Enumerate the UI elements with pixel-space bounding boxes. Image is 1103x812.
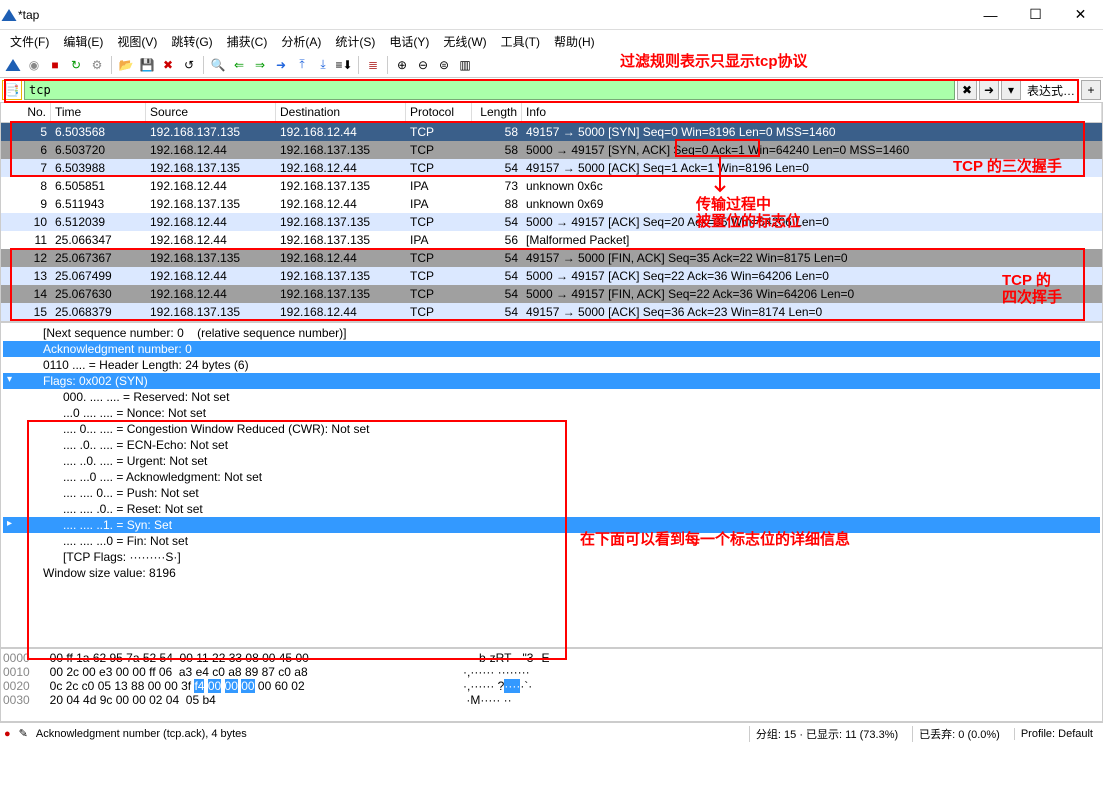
menu-item[interactable]: 跳转(G): [165, 31, 218, 52]
col-info[interactable]: Info: [522, 103, 1102, 122]
restart-capture-button[interactable]: ↻: [67, 56, 85, 74]
save-button[interactable]: 💾: [138, 56, 156, 74]
packet-bytes-pane[interactable]: 0000 00 ff 1a 62 95 7a 52 54 00 11 22 33…: [0, 648, 1103, 722]
first-button[interactable]: ⤒: [293, 56, 311, 74]
reload-button[interactable]: ↺: [180, 56, 198, 74]
detail-line[interactable]: .... .... .0.. = Reset: Not set: [3, 501, 1100, 517]
menu-item[interactable]: 电话(Y): [383, 31, 435, 52]
goto-button[interactable]: ➜: [272, 56, 290, 74]
hex-row[interactable]: 0030 20 04 4d 9c 00 00 02 04 05 b4 ·M···…: [3, 693, 1100, 707]
next-button[interactable]: ⇒: [251, 56, 269, 74]
col-len[interactable]: Length: [472, 103, 522, 122]
clear-filter-button[interactable]: ✖: [957, 80, 977, 100]
close-file-button[interactable]: ✖: [159, 56, 177, 74]
statusbar: ● ✎ Acknowledgment number (tcp.ack), 4 b…: [0, 722, 1103, 744]
detail-line[interactable]: .... ...0 .... = Acknowledgment: Not set: [3, 469, 1100, 485]
menu-item[interactable]: 分析(A): [275, 31, 327, 52]
start-capture-button[interactable]: ◉: [25, 56, 43, 74]
col-time[interactable]: Time: [51, 103, 146, 122]
find-button[interactable]: 🔍: [209, 56, 227, 74]
status-packets: 分组: 15 · 已显示: 11 (73.3%): [749, 726, 904, 742]
zoom-in-button[interactable]: ⊕: [393, 56, 411, 74]
menu-item[interactable]: 捕获(C): [221, 31, 274, 52]
col-proto[interactable]: Protocol: [406, 103, 472, 122]
menu-item[interactable]: 视图(V): [111, 31, 163, 52]
zoom-reset-button[interactable]: ⊜: [435, 56, 453, 74]
status-profile[interactable]: Profile: Default: [1014, 728, 1099, 740]
packet-row[interactable]: 1325.067499192.168.12.44192.168.137.135T…: [1, 267, 1102, 285]
app-icon: [0, 6, 18, 24]
display-filter-input[interactable]: [24, 80, 955, 100]
status-dropped: 已丢弃: 0 (0.0%): [912, 726, 1006, 742]
packet-row[interactable]: 56.503568192.168.137.135192.168.12.44TCP…: [1, 123, 1102, 141]
col-source[interactable]: Source: [146, 103, 276, 122]
detail-line[interactable]: ▾Flags: 0x002 (SYN): [3, 373, 1100, 389]
expert-icon[interactable]: ●: [4, 728, 11, 740]
apply-filter-button[interactable]: ➜: [979, 80, 999, 100]
col-no[interactable]: No.: [1, 103, 51, 122]
packet-row[interactable]: 1225.067367192.168.137.135192.168.12.44T…: [1, 249, 1102, 267]
detail-line[interactable]: Window size value: 8196: [3, 565, 1100, 581]
colorize-button[interactable]: ≣: [364, 56, 382, 74]
expression-button[interactable]: 表达式…: [1023, 82, 1079, 99]
hex-row[interactable]: 0000 00 ff 1a 62 95 7a 52 54 00 11 22 33…: [3, 651, 1100, 665]
packet-row[interactable]: 106.512039192.168.12.44192.168.137.135TC…: [1, 213, 1102, 231]
menubar: 文件(F)编辑(E)视图(V)跳转(G)捕获(C)分析(A)统计(S)电话(Y)…: [0, 30, 1103, 52]
autoscroll-button[interactable]: ≡⬇: [335, 56, 353, 74]
window-title: *tap: [18, 8, 968, 22]
hex-row[interactable]: 0020 0c 2c c0 05 13 88 00 00 3f f4 00 00…: [3, 679, 1100, 693]
detail-line[interactable]: Acknowledgment number: 0: [3, 341, 1100, 357]
stop-capture-button[interactable]: ■: [46, 56, 64, 74]
toolbar: ◉ ■ ↻ ⚙ 📂 💾 ✖ ↺ 🔍 ⇐ ⇒ ➜ ⤒ ⤓ ≡⬇ ≣ ⊕ ⊖ ⊜ ▥: [0, 52, 1103, 78]
minimize-button[interactable]: —: [968, 0, 1013, 30]
packet-row[interactable]: 86.505851192.168.12.44192.168.137.135IPA…: [1, 177, 1102, 195]
detail-line[interactable]: [Next sequence number: 0 (relative seque…: [3, 325, 1100, 341]
packet-row[interactable]: 1125.066347192.168.12.44192.168.137.135I…: [1, 231, 1102, 249]
fin-icon[interactable]: [4, 56, 22, 74]
menu-item[interactable]: 编辑(E): [57, 31, 109, 52]
menu-item[interactable]: 工具(T): [495, 31, 546, 52]
detail-line[interactable]: .... 0... .... = Congestion Window Reduc…: [3, 421, 1100, 437]
packet-row[interactable]: 96.511943192.168.137.135192.168.12.44IPA…: [1, 195, 1102, 213]
menu-item[interactable]: 无线(W): [437, 31, 492, 52]
recent-filters-button[interactable]: ▾: [1001, 80, 1021, 100]
resize-cols-button[interactable]: ▥: [456, 56, 474, 74]
packet-list-pane[interactable]: No. Time Source Destination Protocol Len…: [0, 102, 1103, 322]
detail-line[interactable]: .... .... 0... = Push: Not set: [3, 485, 1100, 501]
add-filter-button[interactable]: +: [1081, 80, 1101, 100]
open-button[interactable]: 📂: [117, 56, 135, 74]
capture-options-button[interactable]: ⚙: [88, 56, 106, 74]
detail-line[interactable]: .... .... ...0 = Fin: Not set: [3, 533, 1100, 549]
close-button[interactable]: ✕: [1058, 0, 1103, 30]
packet-row[interactable]: 76.503988192.168.137.135192.168.12.44TCP…: [1, 159, 1102, 177]
status-field: Acknowledgment number (tcp.ack), 4 bytes: [36, 728, 741, 740]
last-button[interactable]: ⤓: [314, 56, 332, 74]
menu-item[interactable]: 文件(F): [4, 31, 55, 52]
edit-icon[interactable]: ✎: [19, 727, 28, 740]
menu-item[interactable]: 帮助(H): [548, 31, 601, 52]
detail-line[interactable]: .... ..0. .... = Urgent: Not set: [3, 453, 1100, 469]
detail-line[interactable]: [TCP Flags: ·········S·]: [3, 549, 1100, 565]
detail-line[interactable]: .... .0.. .... = ECN-Echo: Not set: [3, 437, 1100, 453]
zoom-out-button[interactable]: ⊖: [414, 56, 432, 74]
hex-row[interactable]: 0010 00 2c 00 e3 00 00 ff 06 a3 e4 c0 a8…: [3, 665, 1100, 679]
detail-line[interactable]: 0110 .... = Header Length: 24 bytes (6): [3, 357, 1100, 373]
filter-bar: 📑 ✖ ➜ ▾ 表达式… +: [0, 78, 1103, 102]
maximize-button[interactable]: ☐: [1013, 0, 1058, 30]
packet-row[interactable]: 1525.068379192.168.137.135192.168.12.44T…: [1, 303, 1102, 321]
bookmark-filter-button[interactable]: 📑: [2, 80, 22, 100]
detail-line[interactable]: ▸.... .... ..1. = Syn: Set: [3, 517, 1100, 533]
col-dest[interactable]: Destination: [276, 103, 406, 122]
packet-list-header: No. Time Source Destination Protocol Len…: [1, 103, 1102, 123]
detail-line[interactable]: ...0 .... .... = Nonce: Not set: [3, 405, 1100, 421]
menu-item[interactable]: 统计(S): [329, 31, 381, 52]
prev-button[interactable]: ⇐: [230, 56, 248, 74]
detail-line[interactable]: 000. .... .... = Reserved: Not set: [3, 389, 1100, 405]
packet-details-pane[interactable]: [Next sequence number: 0 (relative seque…: [0, 322, 1103, 648]
titlebar: *tap — ☐ ✕: [0, 0, 1103, 30]
packet-row[interactable]: 66.503720192.168.12.44192.168.137.135TCP…: [1, 141, 1102, 159]
packet-row[interactable]: 1425.067630192.168.12.44192.168.137.135T…: [1, 285, 1102, 303]
